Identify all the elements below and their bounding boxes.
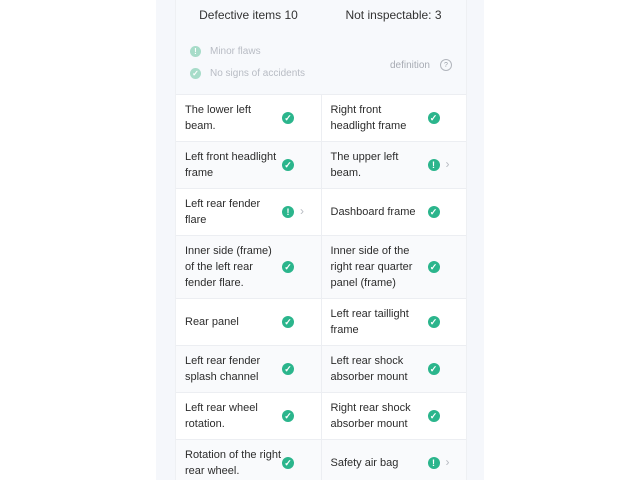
- inspection-item-label: The upper left beam.: [330, 151, 399, 179]
- inspection-row: Rear panel ✓ Left rear taillight frame ✓: [176, 299, 466, 346]
- inspection-item: Right rear shock absorber mount ✓: [322, 393, 467, 439]
- check-circle-icon: ✓: [282, 261, 294, 273]
- inspection-item: Inner side (frame) of the left rear fend…: [176, 236, 322, 298]
- exclamation-circle-icon: !: [190, 46, 201, 57]
- inspection-item-label: Inner side of the right rear quarter pan…: [330, 245, 413, 289]
- check-circle-icon: ✓: [282, 316, 294, 328]
- legend-minor-flaws: ! Minor flaws: [190, 46, 261, 57]
- defective-items-count[interactable]: Defective items 10: [176, 0, 321, 30]
- inspection-item: The lower left beam. ✓: [176, 95, 322, 141]
- legend-no-accident-label: No signs of accidents: [210, 68, 306, 79]
- inspection-card: Defective items 10 Not inspectable: 3 ! …: [175, 0, 467, 480]
- inspection-row: Inner side (frame) of the left rear fend…: [176, 236, 466, 299]
- exclamation-circle-icon: !: [427, 159, 440, 171]
- inspection-item: Left rear shock absorber mount ✓: [321, 346, 466, 392]
- inspection-item: Dashboard frame ✓: [322, 189, 467, 235]
- chevron-right-icon[interactable]: ›: [300, 204, 304, 218]
- exclamation-circle-icon: !: [282, 206, 294, 218]
- chevron-right-icon[interactable]: ›: [446, 157, 450, 171]
- inspection-item-label: Left front headlight frame: [185, 151, 277, 179]
- inspection-grid: The lower left beam. ✓ Right front headlig…: [176, 95, 466, 480]
- inspection-item: Left front headlight frame ✓: [176, 142, 322, 188]
- definition-link[interactable]: definition ?: [390, 59, 452, 71]
- summary-bar: Defective items 10 Not inspectable: 3: [176, 0, 466, 30]
- inspection-row: The lower left beam. ✓ Right front headlig…: [176, 95, 466, 142]
- exclamation-circle-icon: !: [427, 457, 440, 469]
- chevron-right-icon[interactable]: ›: [446, 455, 450, 469]
- inspection-item: Right front headlight frame ✓: [322, 95, 467, 141]
- inspection-item[interactable]: Left rear fender flare! ›: [176, 189, 322, 235]
- check-circle-icon: ✓: [190, 68, 201, 79]
- inspection-item: Inner side of the right rear quarter pan…: [321, 236, 466, 298]
- legend: ! Minor flaws ✓ No signs of accidents de…: [176, 30, 466, 95]
- inspection-item-label: Left rear shock absorber mount: [330, 355, 408, 383]
- inspection-item-label: Dashboard frame: [330, 206, 416, 218]
- legend-no-accidents: ✓ No signs of accidents: [190, 68, 305, 79]
- inspection-row: Left front headlight frame ✓ The upper lef…: [176, 142, 466, 189]
- check-circle-icon: ✓: [282, 112, 294, 124]
- check-circle-icon: ✓: [427, 206, 440, 218]
- inspection-row: Left rear fender splash channel ✓ Left rea…: [176, 346, 466, 393]
- inspection-item-label: Safety air bag: [330, 457, 399, 469]
- check-circle-icon: ✓: [282, 363, 294, 375]
- inspection-item: Left rear taillight frame ✓: [322, 299, 467, 345]
- not-inspectable-count[interactable]: Not inspectable: 3: [321, 0, 466, 30]
- inspection-item-label: Left rear fender splash channel: [185, 355, 261, 383]
- inspection-item-label: Left rear fender flare: [185, 198, 261, 226]
- inspection-item-label: Rear panel: [185, 316, 239, 328]
- inspection-item: Rotation of the right rear wheel. ✓: [176, 440, 322, 480]
- app-screen: Defective items 10 Not inspectable: 3 ! …: [156, 0, 484, 480]
- inspection-item[interactable]: Safety air bag! ›: [321, 440, 466, 480]
- inspection-item-label: The lower left beam.: [185, 104, 252, 132]
- inspection-item-label: Right rear shock absorber mount: [330, 402, 411, 430]
- check-circle-icon: ✓: [427, 261, 440, 273]
- check-circle-icon: ✓: [427, 410, 440, 422]
- help-icon[interactable]: ?: [440, 59, 452, 71]
- definition-label[interactable]: definition: [390, 60, 430, 71]
- inspection-item[interactable]: The upper left beam.! ›: [321, 142, 466, 188]
- check-circle-icon: ✓: [282, 159, 294, 171]
- inspection-item-label: Right front headlight frame: [330, 104, 407, 132]
- check-circle-icon: ✓: [427, 112, 440, 124]
- inspection-item: Rear panel ✓: [176, 299, 322, 345]
- inspection-row: Left rear wheel rotation. ✓ Right rear sho…: [176, 393, 466, 440]
- inspection-item: Left rear wheel rotation. ✓: [176, 393, 322, 439]
- inspection-item-label: Left rear taillight frame: [330, 308, 409, 336]
- check-circle-icon: ✓: [427, 316, 440, 328]
- check-circle-icon: ✓: [282, 410, 294, 422]
- legend-minor-label: Minor flaws: [210, 46, 261, 57]
- inspection-row: Rotation of the right rear wheel. ✓ Safety…: [176, 440, 466, 480]
- check-circle-icon: ✓: [282, 457, 294, 469]
- check-circle-icon: ✓: [427, 363, 440, 375]
- inspection-item: Left rear fender splash channel ✓: [176, 346, 322, 392]
- inspection-item-label: Rotation of the right rear wheel.: [185, 449, 282, 477]
- inspection-row: Left rear fender flare! › Dashboard frame ✓: [176, 189, 466, 236]
- inspection-item-label: Left rear wheel rotation.: [185, 402, 258, 430]
- inspection-item-label: Inner side (frame) of the left rear fend…: [185, 245, 272, 289]
